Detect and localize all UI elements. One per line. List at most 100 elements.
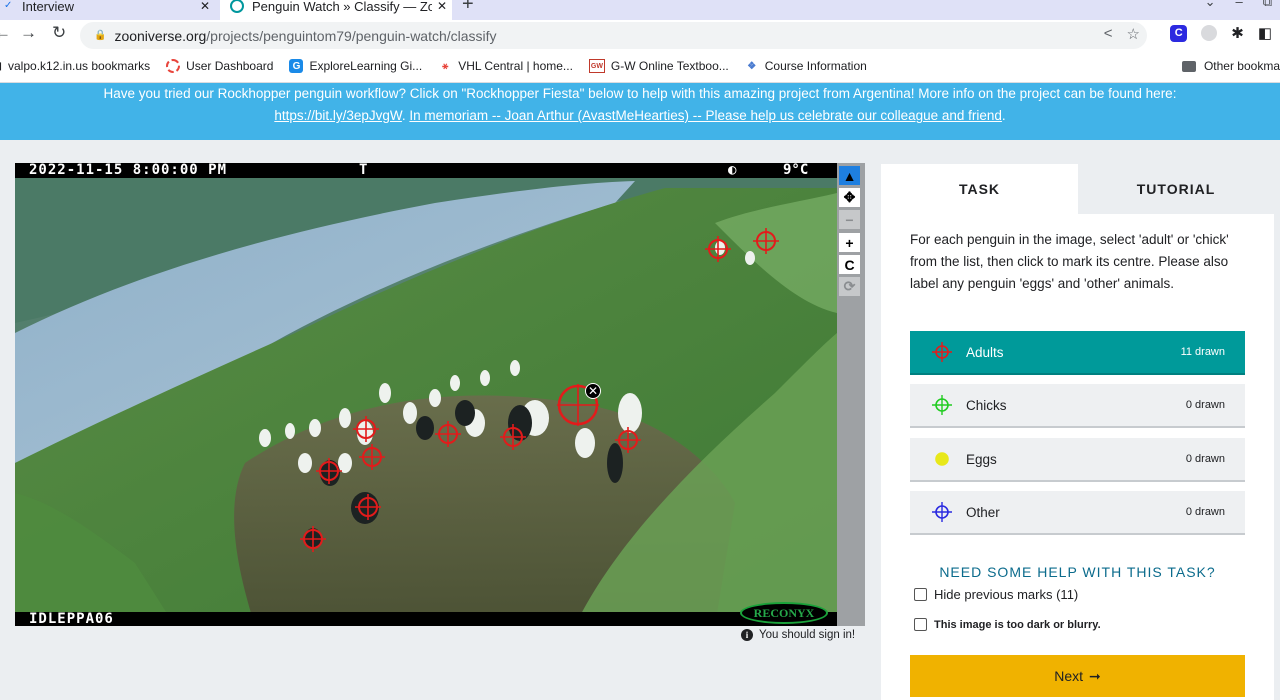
other-bookmarks[interactable]: Other bookma [1181, 59, 1280, 73]
course-icon: ❖ [747, 60, 757, 72]
hide-marks-label: Hide previous marks (11) [934, 587, 1079, 602]
minimize-icon[interactable]: – [1235, 0, 1242, 10]
browser-tab-strip: ✓ Interview ✕ Penguin Watch » Classify —… [0, 0, 1280, 20]
folder-icon [1181, 60, 1196, 72]
crosshair-icon [932, 502, 952, 522]
new-tab-icon[interactable]: + [462, 0, 474, 16]
adult-mark[interactable] [316, 458, 342, 484]
task-help-link[interactable]: NEED SOME HELP WITH THIS TASK? [881, 564, 1274, 580]
chevron-down-icon[interactable]: ⌄ [1205, 0, 1216, 10]
choice-label: Other [966, 504, 1000, 520]
bookmark-gw[interactable]: GW G-W Online Textboo... [588, 59, 729, 73]
adult-mark[interactable] [753, 228, 779, 254]
camera-trap-image[interactable]: 2022-11-15 8:00:00 PM T ◐ 9°C IDLEPPA06 … [15, 163, 837, 626]
adult-mark[interactable] [359, 444, 385, 470]
choice-eggs[interactable]: Eggs 0 drawn [910, 438, 1245, 482]
adult-mark[interactable] [353, 416, 379, 442]
bookmark-label: User Dashboard [186, 59, 274, 73]
sign-in-text: You should sign in! [759, 629, 856, 641]
bookmarks-bar: ▮ valpo.k12.in.us bookmarks User Dashboa… [0, 50, 1280, 83]
camera-brand-logo: RECONYX [740, 602, 828, 624]
bookmark-vhl[interactable]: ⚹ VHL Central | home... [438, 59, 573, 73]
bookmark-explorelearning[interactable]: G ExploreLearning Gi... [289, 59, 422, 73]
tab-tutorial[interactable]: TUTORIAL [1078, 164, 1274, 214]
too-dark-checkbox[interactable]: This image is too dark or blurry. [914, 618, 1101, 631]
bookmark-label: ExploreLearning Gi... [309, 59, 423, 73]
bookmark-label: VHL Central | home... [458, 59, 573, 73]
browser-tab-interview[interactable]: ✓ Interview ✕ [0, 0, 215, 20]
rotate-icon[interactable]: C [839, 255, 860, 274]
hide-marks-checkbox[interactable]: Hide previous marks (11) [914, 587, 1078, 602]
bookmark-label: G-W Online Textboo... [610, 59, 729, 73]
adult-mark[interactable] [435, 421, 461, 447]
lock-icon: 🔒 [94, 30, 107, 41]
choice-other[interactable]: Other 0 drawn [910, 491, 1245, 535]
pointer-icon[interactable]: ▲ [839, 166, 860, 185]
bookmark-valpo[interactable]: ▮ valpo.k12.in.us bookmarks [0, 59, 150, 73]
camera-id-strip: IDLEPPA06 [15, 612, 837, 626]
bookmark-label: valpo.k12.in.us bookmarks [8, 59, 151, 73]
reload-icon[interactable]: ↻ [52, 23, 66, 43]
delete-mark-icon[interactable]: ✕ [585, 383, 601, 399]
announcement-banner: Have you tried our Rockhopper penguin wo… [0, 83, 1280, 140]
browser-toolbar: ← → ↻ 🔒 zooniverse.org/projects/penguint… [0, 20, 1280, 50]
choice-chicks[interactable]: Chicks 0 drawn [910, 384, 1245, 428]
zoom-out-icon[interactable]: − [839, 210, 860, 229]
star-icon[interactable]: ☆ [1127, 25, 1140, 43]
extension-grey-icon[interactable] [1201, 25, 1218, 41]
bookmark-user-dashboard[interactable]: User Dashboard [166, 59, 273, 73]
pan-icon[interactable]: ✥ [839, 188, 860, 207]
gw-icon: GW [588, 59, 605, 73]
extension-c-icon[interactable]: C [1170, 24, 1188, 42]
bookmark-label: Course Information [764, 59, 867, 73]
forward-icon[interactable]: → [20, 23, 37, 43]
banner-text: Have you tried our Rockhopper penguin wo… [103, 86, 1177, 101]
zoom-in-icon[interactable]: + [839, 233, 860, 252]
choice-count: 0 drawn [1185, 506, 1225, 518]
puzzle-icon[interactable]: ✱ [1231, 24, 1244, 42]
url-path: /projects/penguintom79/penguin-watch/cla… [206, 27, 497, 44]
reset-icon[interactable]: ⟳ [839, 277, 860, 296]
close-icon[interactable]: ✕ [195, 0, 215, 13]
adult-mark[interactable] [705, 236, 731, 262]
panel-tabs: TASK TUTORIAL [881, 164, 1274, 214]
moon-phase-icon: ◐ [728, 163, 737, 178]
checkbox-box[interactable] [914, 588, 927, 601]
close-icon[interactable]: ✕ [432, 0, 452, 13]
camera-info-strip: 2022-11-15 8:00:00 PM T ◐ 9°C [15, 163, 837, 178]
back-icon[interactable]: ← [0, 23, 11, 43]
adult-mark[interactable] [500, 424, 526, 450]
crosshair-icon [932, 342, 952, 362]
bookmark-course-info[interactable]: ❖ Course Information [745, 59, 867, 73]
share-icon[interactable]: < [1104, 25, 1113, 43]
url-host: zooniverse.org [114, 27, 207, 44]
choice-label: Eggs [966, 451, 997, 467]
banner-link-project[interactable]: https://bit.ly/3epJvgW [274, 108, 402, 123]
adult-mark[interactable] [355, 494, 381, 520]
other-bookmarks-label: Other bookma [1203, 59, 1280, 73]
arrow-right-icon: ➞ [1089, 667, 1101, 684]
too-dark-label: This image is too dark or blurry. [934, 618, 1101, 631]
address-bar[interactable]: 🔒 zooniverse.org/projects/penguintom79/p… [80, 22, 1147, 49]
choice-count: 0 drawn [1185, 453, 1225, 465]
next-label: Next [1054, 668, 1084, 684]
camera-temperature: 9°C [783, 163, 809, 178]
camera-id: IDLEPPA06 [29, 611, 114, 627]
info-icon: i [741, 629, 753, 641]
egg-icon [932, 449, 952, 469]
adult-mark[interactable] [300, 526, 326, 552]
adult-mark[interactable] [615, 427, 641, 453]
tab-task[interactable]: TASK [881, 164, 1078, 214]
banner-link-memoriam[interactable]: In memoriam -- Joan Arthur (AvastMeHeart… [409, 108, 1002, 123]
dashboard-icon [166, 59, 181, 73]
choice-adults[interactable]: Adults 11 drawn [910, 331, 1245, 375]
next-button[interactable]: Next ➞ [910, 655, 1245, 697]
restore-icon[interactable]: ⧉ [1263, 0, 1272, 10]
browser-tab-penguin-watch[interactable]: Penguin Watch » Classify — Zoo ✕ [220, 0, 452, 20]
side-panel-icon[interactable]: ◧ [1258, 24, 1272, 42]
choice-label: Adults [966, 344, 1004, 360]
camera-datetime: 2022-11-15 8:00:00 PM [29, 163, 228, 178]
choice-count: 0 drawn [1185, 399, 1225, 411]
checkbox-box[interactable] [914, 618, 927, 631]
penguin-colony-photo [15, 163, 837, 626]
